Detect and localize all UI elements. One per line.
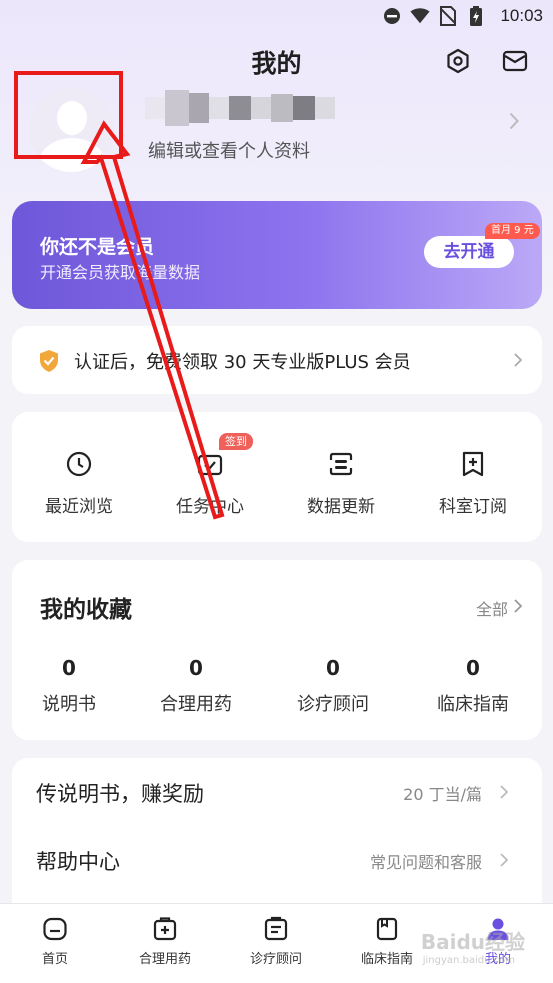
membership-subtitle: 开通会员获取海量数据 bbox=[40, 263, 201, 282]
favorite-count: 0 bbox=[62, 656, 76, 680]
favorites-title: 我的收藏 bbox=[40, 597, 132, 623]
consult-icon bbox=[264, 916, 288, 941]
favorite-count: 0 bbox=[189, 656, 203, 680]
menu-item-upload-manual[interactable]: 传说明书，赚奖励 20 丁当/篇 bbox=[12, 758, 542, 824]
hexagon-settings-icon bbox=[447, 48, 469, 74]
no-sim-icon bbox=[438, 6, 458, 26]
favorite-item-medication[interactable]: 0 合理用药 bbox=[136, 656, 256, 716]
shield-check-icon bbox=[38, 349, 60, 377]
settings-button[interactable] bbox=[443, 46, 473, 76]
favorites-card: 我的收藏 全部 0 说明书 0 合理用药 0 诊疗顾问 0 临床指南 bbox=[12, 560, 542, 740]
quick-item-label: 最近浏览 bbox=[45, 497, 113, 517]
status-bar: 10:03 bbox=[0, 0, 553, 34]
favorite-label: 临床指南 bbox=[437, 694, 509, 715]
quick-item-label: 科室订阅 bbox=[439, 497, 507, 517]
favorite-label: 合理用药 bbox=[160, 694, 232, 715]
chevron-right-icon bbox=[500, 784, 509, 803]
sign-in-badge: 签到 bbox=[219, 433, 253, 450]
favorite-label: 说明书 bbox=[42, 694, 96, 715]
messages-button[interactable] bbox=[500, 46, 530, 76]
favorite-count: 0 bbox=[326, 656, 340, 680]
nav-consult[interactable]: 诊疗顾问 bbox=[221, 916, 331, 967]
certification-card[interactable]: 认证后，免费领取 30 天专业版PLUS 会员 bbox=[12, 326, 542, 394]
favorite-count: 0 bbox=[466, 656, 480, 680]
minus-circle-icon bbox=[382, 6, 402, 26]
profile-chevron-icon[interactable] bbox=[509, 112, 519, 134]
menu-item-value: 20 丁当/篇 bbox=[403, 785, 482, 804]
open-membership-button[interactable]: 去开通 bbox=[424, 236, 514, 268]
mail-icon bbox=[502, 50, 528, 72]
wifi-icon bbox=[410, 6, 430, 26]
favorites-chevron-icon[interactable] bbox=[514, 598, 523, 617]
chevron-right-icon bbox=[500, 852, 509, 871]
battery-charging-icon bbox=[466, 6, 486, 26]
membership-card[interactable]: 你还不是会员 开通会员获取海量数据 去开通 首月 9 元 bbox=[12, 201, 542, 309]
home-icon bbox=[43, 917, 67, 941]
watermark-url: jingyan.baidu.com bbox=[422, 955, 515, 966]
nav-home[interactable]: 首页 bbox=[0, 916, 110, 967]
quick-item-subscribe[interactable]: 科室订阅 bbox=[413, 450, 533, 517]
menu-item-help-center[interactable]: 帮助中心 常见问题和客服 bbox=[12, 826, 542, 892]
annotation-highlight-box bbox=[14, 71, 123, 159]
favorite-item-consult[interactable]: 0 诊疗顾问 bbox=[273, 656, 393, 716]
profile-hint[interactable]: 编辑或查看个人资料 bbox=[148, 137, 310, 163]
nav-label: 诊疗顾问 bbox=[249, 952, 302, 967]
certification-text: 认证后，免费领取 30 天专业版PLUS 会员 bbox=[74, 352, 411, 373]
favorite-item-manual[interactable]: 0 说明书 bbox=[9, 656, 129, 716]
task-check-icon bbox=[197, 454, 223, 476]
favorite-label: 诊疗顾问 bbox=[297, 694, 369, 715]
quick-item-label: 任务中心 bbox=[176, 497, 244, 517]
nav-label: 首页 bbox=[41, 952, 68, 967]
favorites-all-link[interactable]: 全部 bbox=[476, 596, 508, 620]
status-icons: 10:03 bbox=[382, 6, 543, 26]
clock-icon bbox=[66, 451, 92, 477]
nav-label: 合理用药 bbox=[138, 952, 191, 967]
username-mosaic[interactable] bbox=[145, 88, 335, 128]
quick-actions-card: 最近浏览 任务中心 签到 数据更新 科室订阅 bbox=[12, 412, 542, 542]
favorite-item-guide[interactable]: 0 临床指南 bbox=[413, 656, 533, 716]
quick-item-recent[interactable]: 最近浏览 bbox=[19, 450, 139, 517]
quick-item-tasks[interactable]: 任务中心 bbox=[150, 450, 270, 517]
data-update-icon bbox=[329, 452, 353, 476]
membership-price-badge: 首月 9 元 bbox=[485, 223, 540, 239]
menu-item-value: 常见问题和客服 bbox=[369, 853, 482, 872]
nav-medication[interactable]: 合理用药 bbox=[110, 916, 220, 967]
quick-item-label: 数据更新 bbox=[307, 497, 375, 517]
certification-chevron-icon bbox=[514, 352, 523, 371]
guide-book-icon bbox=[376, 917, 398, 941]
membership-title: 你还不是会员 bbox=[40, 236, 155, 258]
status-time: 10:03 bbox=[500, 6, 543, 25]
quick-item-data-update[interactable]: 数据更新 bbox=[281, 450, 401, 517]
menu-item-label: 传说明书，赚奖励 bbox=[36, 782, 204, 806]
menu-item-label: 帮助中心 bbox=[36, 850, 120, 874]
medicine-box-icon bbox=[153, 917, 177, 941]
bookmark-plus-icon bbox=[462, 451, 484, 477]
watermark: Baidu经验 bbox=[420, 930, 525, 954]
